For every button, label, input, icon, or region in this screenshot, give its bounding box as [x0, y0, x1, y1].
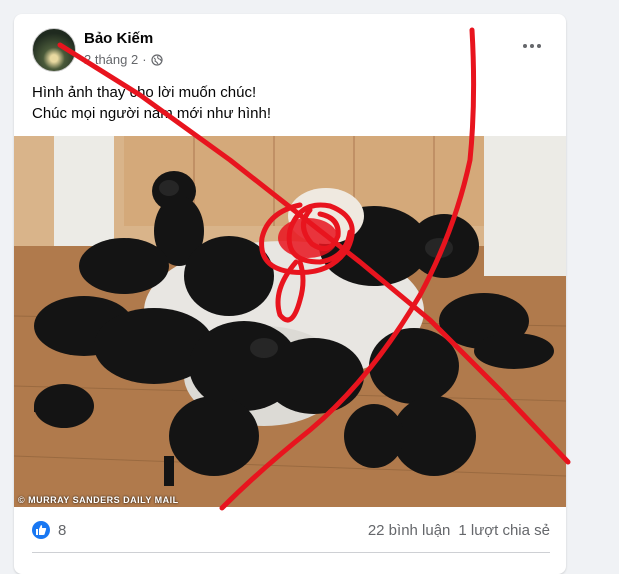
post-text: Hình ảnh thay cho lời muốn chúc! Chúc mọ…: [32, 82, 271, 124]
post-header: Bảo Kiếm 2 tháng 2 ·: [32, 28, 552, 72]
engagement-stats: 22 bình luận 1 lượt chia sẻ: [368, 522, 550, 539]
puppies-photo: [14, 136, 566, 507]
post-text-line: Hình ảnh thay cho lời muốn chúc!: [32, 84, 257, 101]
post-footer: 8 22 bình luận 1 lượt chia sẻ: [32, 516, 550, 544]
ellipsis-dot: [530, 44, 534, 48]
comments-count-link[interactable]: 22 bình luận: [368, 522, 451, 539]
photo-watermark: © MURRAY SANDERS DAILY MAIL: [18, 495, 179, 505]
ellipsis-icon: [523, 44, 527, 48]
post-card: Bảo Kiếm 2 tháng 2 · Hình ảnh thay cho l…: [14, 14, 566, 574]
like-icon: [32, 521, 50, 539]
reactions-summary[interactable]: 8: [32, 521, 66, 539]
reaction-count: 8: [58, 521, 67, 539]
author-name[interactable]: Bảo Kiếm: [84, 30, 153, 47]
post-text-line: Chúc mọi người năm mới như hình!: [32, 105, 272, 122]
post-meta: 2 tháng 2 ·: [84, 52, 163, 67]
meta-separator: ·: [142, 52, 147, 67]
ellipsis-dot: [537, 44, 541, 48]
post-photo[interactable]: © MURRAY SANDERS DAILY MAIL: [14, 136, 566, 507]
avatar[interactable]: [32, 28, 76, 72]
shares-count-link[interactable]: 1 lượt chia sẻ: [458, 522, 550, 539]
globe-icon[interactable]: [150, 53, 163, 66]
post-date[interactable]: 2 tháng 2: [84, 52, 138, 67]
footer-divider: [32, 552, 550, 553]
more-options-button[interactable]: [518, 36, 546, 56]
